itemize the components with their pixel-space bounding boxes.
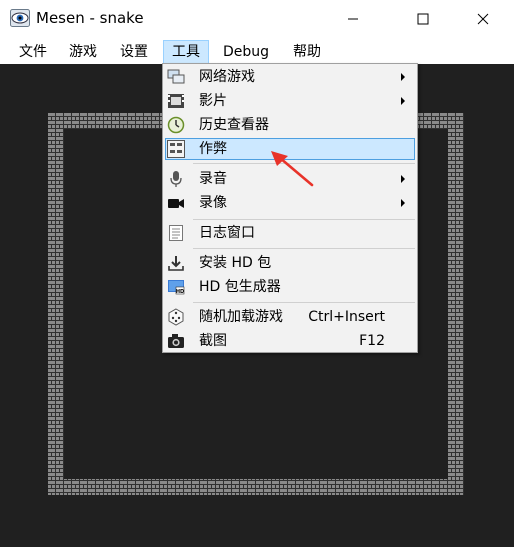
shortcut-label: Ctrl+Insert: [308, 309, 385, 325]
submenu-arrow-icon: [401, 97, 405, 105]
submenu-arrow-icon: [401, 199, 405, 207]
mesen-window: Mesen - snake 文件 游戏 设置 工具 Debug 帮助 网络游戏 …: [0, 0, 514, 547]
annotation-arrow-icon: [271, 151, 314, 187]
close-icon: [477, 13, 489, 25]
menu-item-video-recorder[interactable]: 录像: [165, 192, 415, 214]
menu-settings[interactable]: 设置: [112, 40, 156, 64]
film-icon: [167, 92, 185, 110]
menu-help[interactable]: 帮助: [285, 40, 329, 64]
dice-icon: [167, 308, 185, 326]
menu-item-hd-pack-builder[interactable]: HD HD 包生成器: [165, 276, 415, 298]
hd-icon: HD: [167, 278, 185, 296]
menu-item-take-screenshot[interactable]: 截图 F12: [165, 330, 415, 352]
menu-game[interactable]: 游戏: [61, 40, 105, 64]
video-camera-icon: [167, 194, 185, 212]
menu-tools[interactable]: 工具: [163, 40, 209, 64]
log-icon: [167, 224, 185, 242]
menu-debug[interactable]: Debug: [215, 40, 277, 64]
maximize-button[interactable]: [400, 0, 446, 38]
tools-dropdown-menu: 网络游戏 影片 历史查看器 作弊 录音 录像 日志窗口 安装 HD 包 HD H…: [162, 63, 418, 353]
shortcut-label: F12: [359, 333, 385, 349]
camera-icon: [167, 332, 185, 350]
menu-item-movies[interactable]: 影片: [165, 90, 415, 112]
window-title: Mesen - snake: [36, 9, 144, 27]
menu-item-log-window[interactable]: 日志窗口: [165, 222, 415, 244]
menu-separator: [193, 219, 415, 220]
title-bar[interactable]: Mesen - snake: [0, 0, 514, 38]
history-icon: [167, 116, 185, 134]
network-icon: [167, 68, 185, 86]
maximize-icon: [417, 13, 429, 25]
microphone-icon: [167, 170, 185, 188]
menu-item-install-hd-pack[interactable]: 安装 HD 包: [165, 252, 415, 274]
menu-bar: 文件 游戏 设置 工具 Debug 帮助: [0, 40, 514, 64]
mesen-eye-icon: [10, 9, 30, 27]
minimize-button[interactable]: [330, 0, 376, 38]
menu-item-random-game[interactable]: 随机加载游戏 Ctrl+Insert: [165, 306, 415, 328]
minimize-icon: [348, 18, 358, 20]
download-icon: [167, 254, 185, 272]
menu-separator: [193, 248, 415, 249]
submenu-arrow-icon: [401, 175, 405, 183]
menu-file[interactable]: 文件: [11, 40, 55, 64]
menu-separator: [193, 302, 415, 303]
submenu-arrow-icon: [401, 73, 405, 81]
svg-text:HD: HD: [176, 289, 184, 295]
close-button[interactable]: [460, 0, 506, 38]
menu-item-history-viewer[interactable]: 历史查看器: [165, 114, 415, 136]
menu-item-netplay[interactable]: 网络游戏: [165, 66, 415, 88]
cheat-icon: [167, 140, 185, 158]
